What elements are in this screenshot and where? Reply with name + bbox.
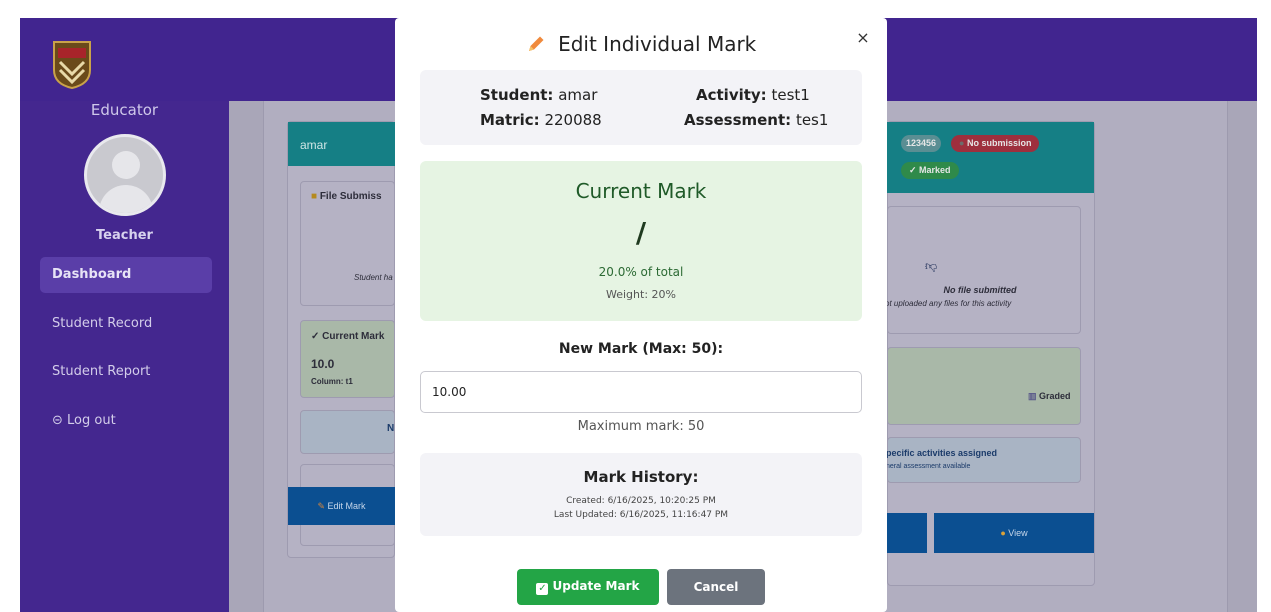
student-info: Student: amar — [480, 86, 598, 104]
notice-partial-text: N — [387, 423, 395, 434]
dot-icon: ● — [959, 138, 965, 148]
close-button[interactable]: × — [853, 28, 873, 48]
sidebar-item-label: Student Record — [52, 316, 153, 331]
student-card-name: amar — [300, 138, 328, 152]
current-mark-box: Current Mark / 20.0% of total Weight: 20… — [420, 161, 862, 321]
avatar — [84, 134, 166, 216]
student-note: Student ha — [354, 273, 393, 282]
activity-info: Activity: test1 — [696, 86, 810, 104]
sidebar-item-student-report[interactable]: Student Report — [40, 354, 212, 390]
edit-mark-button[interactable]: ✎ Edit Mark — [288, 487, 395, 525]
activities-line1: pecific activities assigned — [886, 448, 998, 458]
student-card-right-header — [887, 122, 1094, 193]
view-button[interactable]: ● View — [934, 513, 1094, 553]
matric-info: Matric: 220088 — [480, 111, 602, 129]
file-submission-label: ■ File Submiss — [311, 191, 382, 202]
no-file-text: No file submitted — [943, 285, 1017, 295]
marked-badge: ✓ Marked — [901, 162, 959, 179]
sidebar-title: Educator — [90, 101, 159, 119]
activities-line2: neral assessment available — [886, 463, 971, 470]
sidebar-item-label: Student Report — [52, 364, 151, 379]
current-mark-value: / — [635, 216, 647, 249]
history-created: Created: 6/16/2025, 10:20:25 PM — [566, 496, 716, 506]
thumbs-down-icon: 👎︎ — [925, 259, 938, 273]
matric-badge: 123456 — [901, 135, 942, 152]
mark-history-box: Mark History: Created: 6/16/2025, 10:20:… — [420, 453, 862, 536]
modal-title: Edit Individual Mark — [395, 32, 887, 56]
current-mark-section: ✓ Current Mark 10.0 Column: t1 — [300, 320, 395, 398]
current-mark-label: ✓ Current Mark — [311, 331, 385, 342]
new-mark-input[interactable] — [420, 371, 862, 413]
sidebar-item-logout[interactable]: ⊝ Log out — [40, 403, 212, 439]
user-role: Teacher — [96, 228, 153, 243]
update-mark-button[interactable]: ✓ Update Mark — [517, 569, 659, 605]
assessment-info: Assessment: tes1 — [684, 111, 829, 129]
student-card-header: amar — [288, 122, 395, 166]
graded-section: ▥ Graded — [887, 347, 1081, 425]
activities-section: pecific activities assigned neral assess… — [886, 437, 1081, 483]
sidebar: Educator Teacher Dashboard Student Recor… — [20, 101, 229, 612]
column-label: Column: t1 — [311, 377, 353, 386]
info-box: Student: amar Activity: test1 Matric: 22… — [420, 70, 862, 145]
cancel-button[interactable]: Cancel — [667, 569, 765, 605]
edit-mark-modal: Edit Individual Mark × Student: amar Act… — [395, 18, 887, 612]
max-mark-note: Maximum mark: 50 — [577, 419, 705, 434]
file-section-right: 👎︎ No file submitted ot uploaded any fil… — [885, 206, 1081, 334]
pencil-icon — [526, 32, 546, 56]
pencil-icon: ✎ — [317, 501, 325, 511]
history-title: Mark History: — [583, 468, 699, 486]
chart-icon: ▥ — [1028, 391, 1037, 401]
new-mark-label: New Mark (Max: 50): — [558, 341, 724, 357]
eye-icon: ● — [1000, 528, 1006, 538]
graded-label: ▥ Graded — [1028, 391, 1071, 401]
university-logo — [52, 40, 92, 90]
file-submission-section: ■ File Submiss Student ha — [300, 181, 395, 306]
folder-icon: ■ — [311, 191, 318, 202]
checkbox-icon: ✓ — [536, 583, 549, 595]
current-mark-value: 10.0 — [311, 357, 335, 371]
logout-icon: ⊝ — [52, 413, 63, 428]
sidebar-item-label: Dashboard — [52, 267, 132, 282]
current-mark-title: Current Mark — [575, 179, 707, 203]
no-file-subtext: ot uploaded any files for this activity — [885, 299, 1012, 308]
percent-of-total: 20.0% of total — [598, 265, 684, 279]
sidebar-item-student-record[interactable]: Student Record — [40, 306, 212, 342]
history-updated: Last Updated: 6/16/2025, 11:16:47 PM — [553, 510, 729, 520]
sidebar-item-dashboard[interactable]: Dashboard — [40, 257, 212, 293]
notice-section: N — [300, 410, 395, 454]
edit-button-right[interactable] — [887, 513, 927, 553]
no-submission-badge: ● No submission — [951, 135, 1040, 152]
sidebar-item-label: Log out — [67, 413, 116, 428]
weight-text: Weight: 20% — [606, 288, 676, 301]
